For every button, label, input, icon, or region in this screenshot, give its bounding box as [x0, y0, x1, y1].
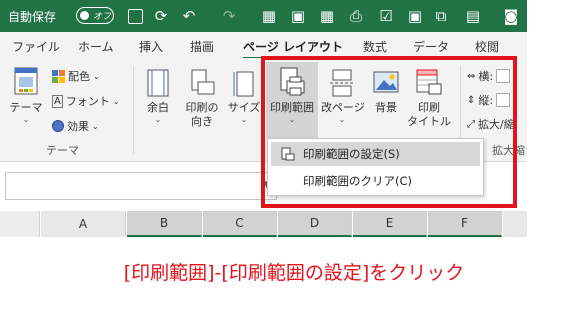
grid-icon[interactable]: ▦ [316, 5, 338, 27]
column-header-f[interactable]: F [428, 211, 502, 237]
orientation-label-2: 向き [191, 115, 213, 128]
chevron-down-icon: ⌄ [240, 115, 248, 124]
font-icon: A [52, 94, 63, 108]
effects-label: 効果 [67, 120, 89, 133]
column-headers: A B C D E F [0, 211, 527, 237]
colors-button[interactable]: 配色 ⌄ [52, 68, 100, 84]
tab-data[interactable]: データ [413, 38, 449, 55]
tab-formulas[interactable]: 数式 [363, 38, 387, 55]
column-header-a[interactable]: A [41, 211, 126, 237]
orientation-icon [191, 69, 215, 95]
toggle-knob [80, 10, 89, 20]
margins-label: 余白 [147, 101, 169, 114]
size-button[interactable]: サイズ ⌄ [226, 68, 262, 125]
chevron-down-icon: ⌄ [92, 121, 99, 131]
color-palette-icon [52, 69, 65, 83]
refresh-icon[interactable]: ⟳ [150, 5, 172, 27]
autosave-label: 自動保存 [8, 10, 57, 24]
theme-group-label: テーマ [46, 144, 79, 157]
redo-icon[interactable]: ↷ [218, 5, 240, 27]
autosave-toggle[interactable]: オフ [76, 7, 114, 24]
colors-label: 配色 [68, 70, 90, 83]
select-all-corner[interactable] [0, 211, 40, 237]
autosave-state: オフ [93, 12, 112, 22]
undo-icon[interactable]: ↶ [178, 5, 200, 27]
save-icon[interactable] [124, 5, 146, 27]
orientation-button[interactable]: 印刷の 向き [180, 68, 224, 129]
print-icon[interactable]: ⎙ [345, 5, 367, 27]
list-icon[interactable]: ▤ [462, 5, 484, 27]
table-icon[interactable]: ▦ [258, 5, 280, 27]
tab-home[interactable]: ホーム [78, 38, 114, 55]
column-header-e[interactable]: E [353, 211, 427, 237]
check-icon[interactable]: ☑ [375, 5, 397, 27]
fonts-label: フォント [65, 95, 110, 108]
chevron-down-icon: ⌄ [22, 115, 30, 124]
orientation-label-1: 印刷の [185, 101, 219, 114]
picture-icon[interactable]: ▣ [404, 5, 426, 27]
themes-icon [14, 67, 38, 95]
chevron-down-icon: ⌄ [154, 115, 162, 124]
column-header-b[interactable]: B [127, 211, 202, 237]
size-icon [233, 71, 254, 97]
themes-label: テーマ [9, 101, 43, 114]
tab-draw[interactable]: 描画 [190, 38, 214, 55]
ribbon-tabs: ファイル ホーム 挿入 描画 ページ レイアウト 数式 データ 校閲 [0, 32, 527, 60]
chevron-down-icon: ⌄ [112, 96, 120, 106]
chevron-down-icon: ⌄ [93, 71, 100, 81]
effects-icon [52, 120, 64, 132]
tab-review[interactable]: 校閲 [475, 38, 499, 55]
fonts-button[interactable]: A フォント ⌄ [52, 93, 120, 109]
frame-icon[interactable]: ▣ [287, 5, 309, 27]
instruction-caption: [印刷範囲]-[印刷範囲の設定]をクリック [123, 262, 465, 284]
group-divider [133, 66, 134, 154]
tab-insert[interactable]: 挿入 [139, 38, 163, 55]
tab-file[interactable]: ファイル [12, 38, 60, 55]
name-box[interactable]: ▼ [5, 172, 277, 200]
column-header-d[interactable]: D [278, 211, 352, 237]
size-label: サイズ [227, 101, 261, 114]
column-header-c[interactable]: C [203, 211, 277, 237]
copy-icon[interactable]: ⧉ [430, 5, 452, 27]
themes-button[interactable]: テーマ ⌄ [8, 66, 44, 125]
effects-button[interactable]: 効果 ⌄ [52, 118, 99, 134]
camera-icon[interactable]: ◙ [500, 5, 522, 27]
margins-button[interactable]: 余白 ⌄ [140, 68, 176, 125]
column-header-g[interactable] [503, 211, 527, 237]
margins-icon [147, 69, 169, 97]
highlight-box [261, 56, 517, 208]
title-bar: 自動保存 オフ ⟳ ↶ ↷ ▦ ▣ ▦ ⎙ ☑ ▣ ⧉ ▤ ◙ [0, 0, 527, 32]
